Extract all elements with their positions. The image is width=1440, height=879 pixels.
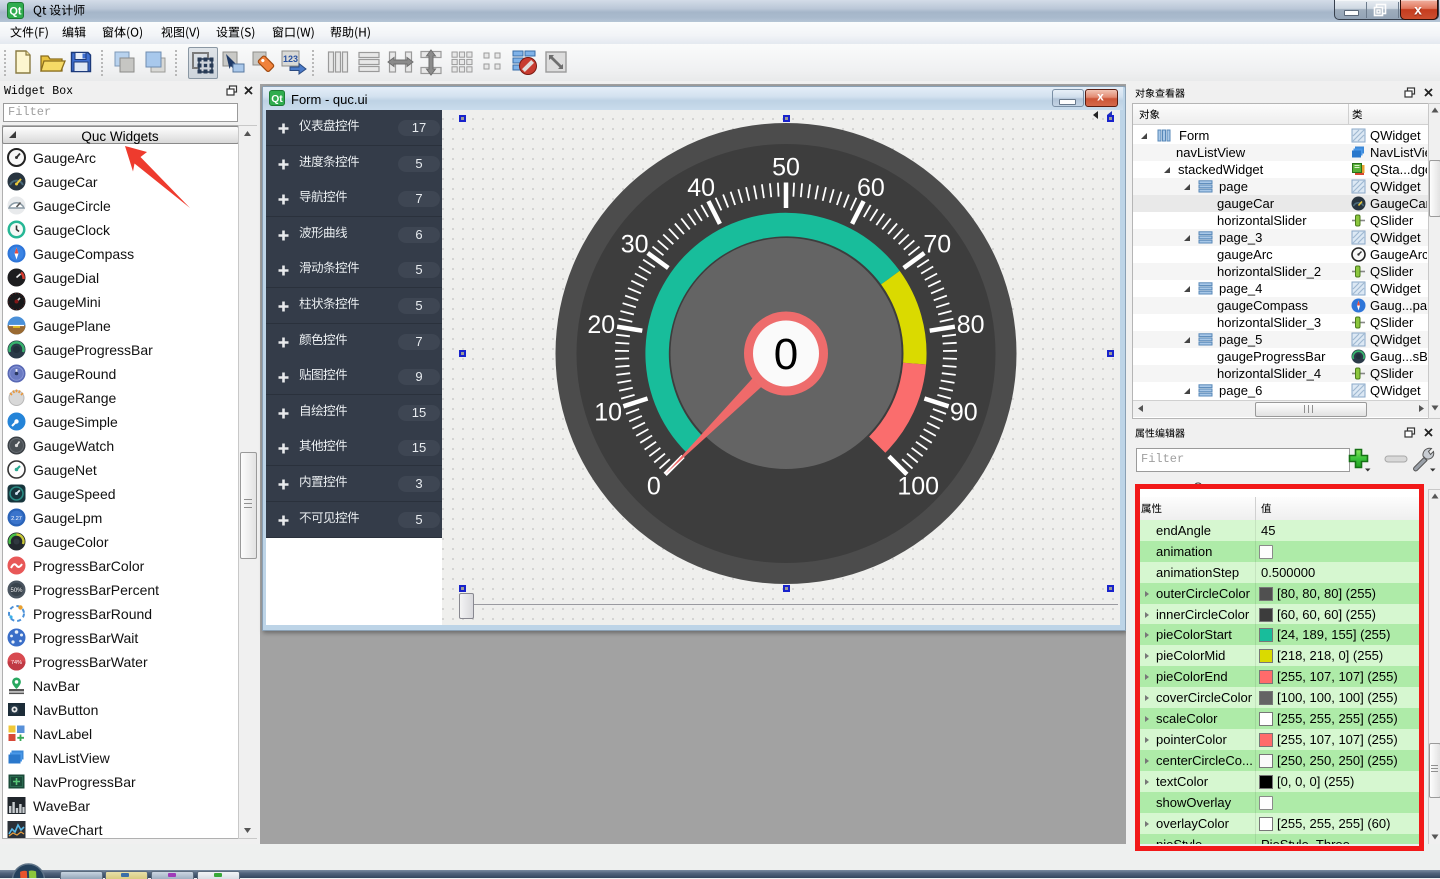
svg-text:70: 70: [923, 231, 951, 259]
svg-text:20: 20: [587, 311, 615, 339]
svg-text:100: 100: [897, 473, 939, 501]
svg-text:10: 10: [594, 398, 622, 426]
svg-text:50: 50: [772, 154, 800, 182]
svg-text:90: 90: [950, 398, 978, 426]
svg-text:60: 60: [857, 174, 885, 202]
svg-text:80: 80: [957, 311, 985, 339]
svg-text:30: 30: [621, 231, 649, 259]
svg-text:x: x: [1414, 2, 1422, 17]
svg-text:0: 0: [647, 473, 661, 501]
svg-text:50%: 50%: [10, 588, 23, 594]
svg-text:0: 0: [774, 330, 798, 379]
svg-text:Qt: Qt: [271, 94, 283, 105]
svg-text:123: 123: [282, 54, 297, 64]
svg-text:x: x: [1097, 90, 1104, 104]
svg-text:2.27: 2.27: [11, 516, 22, 522]
svg-text:40: 40: [687, 174, 715, 202]
svg-text:Qt: Qt: [9, 6, 22, 18]
svg-text:74%: 74%: [11, 660, 22, 666]
